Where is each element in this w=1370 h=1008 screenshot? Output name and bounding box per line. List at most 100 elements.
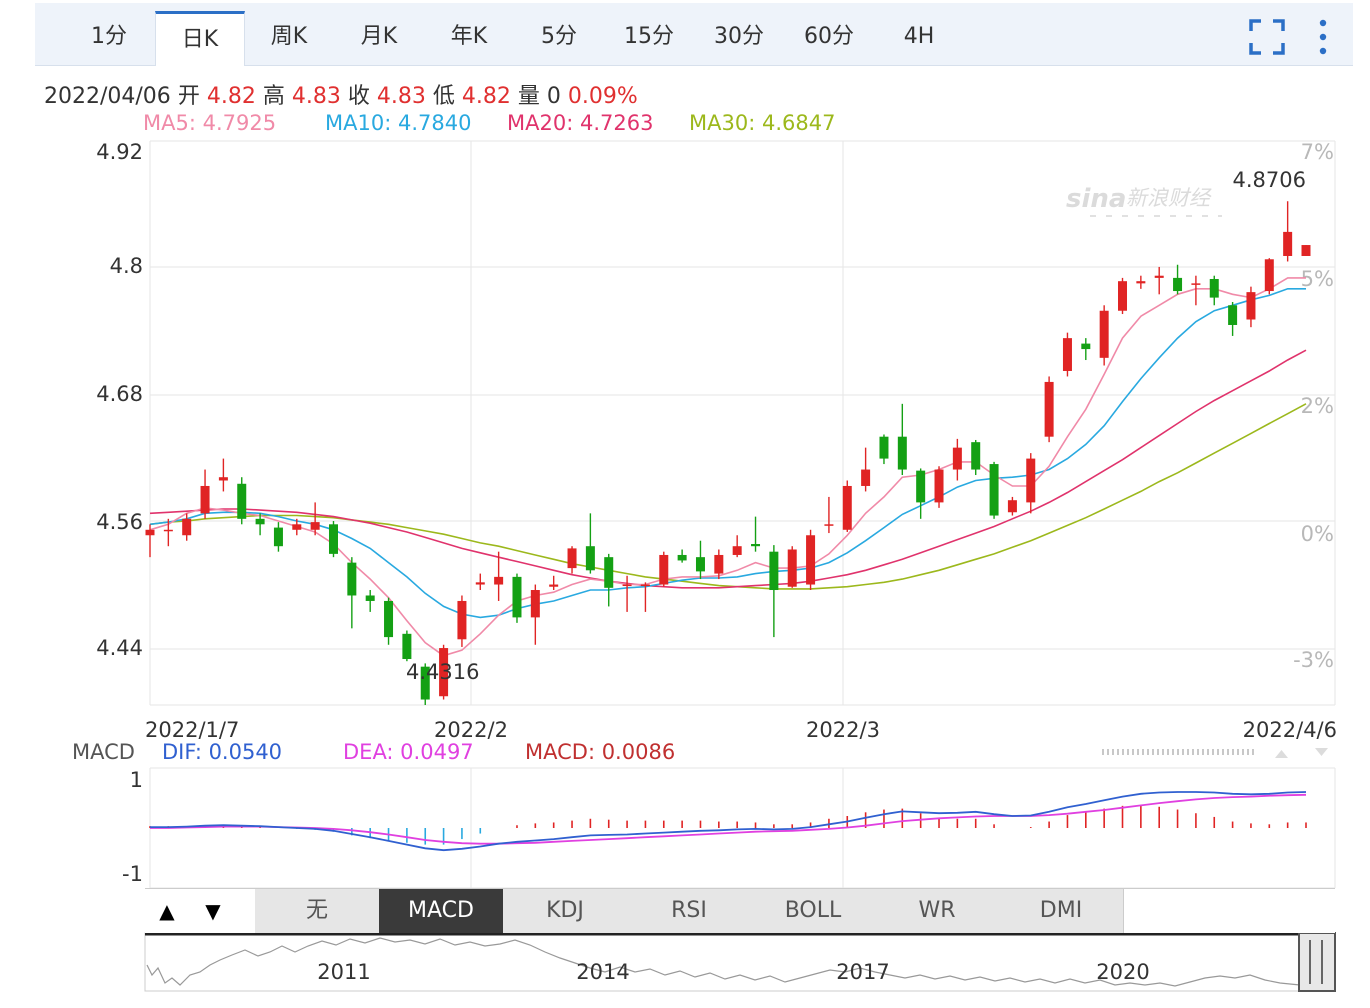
indicator-wr-button[interactable]: WR: [875, 889, 1000, 933]
candle: [806, 529, 816, 591]
candle: [457, 595, 467, 647]
candle: [420, 663, 430, 705]
macd-y-tick: -1: [122, 862, 143, 886]
candle: [714, 549, 724, 580]
candle: [384, 597, 394, 645]
candle: [218, 458, 228, 492]
tab-weekly-k[interactable]: 周K: [245, 11, 333, 65]
candle: [439, 644, 449, 700]
close-value: 4.83: [376, 84, 426, 109]
candle: [1154, 266, 1164, 295]
quote-date: 2022/04/06: [44, 84, 171, 109]
candle: [695, 540, 705, 580]
tab-daily-k[interactable]: 日K: [155, 11, 245, 66]
fullscreen-icon[interactable]: [1247, 17, 1287, 57]
high-label: 高: [262, 84, 285, 109]
candle: [1081, 338, 1091, 361]
candle: [549, 575, 559, 591]
candle: [1264, 258, 1274, 295]
overview-year-label: 2011: [317, 960, 370, 984]
ma30-line: [149, 403, 1307, 590]
overview-price-line: [146, 937, 1301, 987]
overview-navigator[interactable]: [144, 932, 1336, 992]
macd-dif-legend: DIF: 0.0540: [162, 740, 282, 764]
overview-year-label: 2017: [836, 960, 889, 984]
overview-year-label: 2020: [1096, 960, 1149, 984]
candle: [916, 468, 926, 519]
macd-dea-legend: DEA: 0.0497: [343, 740, 474, 764]
tab-15min[interactable]: 15分: [605, 11, 693, 65]
tab-1min[interactable]: 1分: [65, 11, 153, 65]
candle: [1099, 305, 1109, 366]
y-tick-label: 4.44: [96, 636, 143, 660]
pct-tick-label: 7%: [1301, 140, 1334, 164]
overview-year-label: 2014: [576, 960, 629, 984]
indicator-kdj-button[interactable]: KDJ: [503, 889, 628, 933]
macd-scroll-down-icon[interactable]: [1315, 748, 1328, 756]
candle: [677, 549, 687, 563]
ma20-line: [149, 349, 1307, 589]
candle: [879, 434, 889, 465]
candle: [200, 469, 210, 519]
candle: [237, 477, 247, 525]
candle: [292, 518, 302, 536]
candlestick-chart[interactable]: 4.92 4.8 4.68 4.56 4.44 7% 5% 2% 0% -3% …: [0, 0, 1370, 1008]
tab-60min[interactable]: 60分: [785, 11, 873, 65]
candle: [769, 545, 779, 638]
tab-5min[interactable]: 5分: [515, 11, 603, 65]
candle: [971, 439, 981, 476]
more-options-icon[interactable]: [1305, 17, 1335, 57]
tab-4h[interactable]: 4H: [875, 11, 963, 65]
candle: [842, 480, 852, 532]
candle: [347, 557, 357, 629]
candle: [824, 496, 834, 534]
candle: [567, 546, 577, 574]
candle: [1136, 275, 1146, 289]
move-down-button[interactable]: ▼: [191, 889, 235, 933]
tab-yearly-k[interactable]: 年K: [425, 11, 513, 65]
close-label: 收: [347, 84, 370, 109]
high-value: 4.83: [291, 84, 341, 109]
indicator-none-button[interactable]: 无: [255, 889, 380, 933]
candle: [604, 553, 614, 607]
tab-30min[interactable]: 30分: [695, 11, 783, 65]
candle: [1246, 286, 1256, 328]
volume-value: 0: [546, 84, 561, 109]
candle: [182, 513, 192, 541]
x-tick-label: 2022/1/7: [145, 718, 239, 742]
period-tab-bar: 1分 日K 周K 月K 年K 5分 15分 30分 60分 4H: [35, 3, 1353, 66]
candle: [1228, 301, 1238, 336]
candle: [952, 438, 962, 481]
candle: [640, 582, 650, 612]
candle: [255, 513, 265, 536]
candle: [1209, 275, 1219, 306]
candle: [585, 513, 595, 574]
dif-line: [150, 791, 1307, 852]
indicator-dmi-button[interactable]: DMI: [999, 889, 1124, 933]
high-annotation: 4.8706: [1233, 168, 1306, 192]
candle: [1191, 275, 1201, 306]
tab-monthly-k[interactable]: 月K: [335, 11, 423, 65]
overview-range-handle[interactable]: [1298, 932, 1336, 992]
candle: [659, 551, 669, 587]
indicator-macd-button[interactable]: MACD: [379, 889, 504, 933]
y-tick-label: 4.56: [96, 510, 143, 534]
candle: [1301, 245, 1311, 256]
pct-tick-label: -3%: [1293, 648, 1334, 672]
volume-label: 量: [517, 84, 540, 109]
candle: [328, 521, 338, 558]
macd-scroll-up-icon[interactable]: [1275, 750, 1288, 758]
svg-text:sina: sina: [1066, 184, 1126, 214]
candle: [989, 461, 999, 519]
move-up-button[interactable]: ▲: [145, 889, 189, 933]
ma20-legend: MA20: 4.7263: [507, 111, 654, 135]
candle: [934, 466, 944, 508]
change-percent: 0.09%: [567, 84, 638, 109]
candle: [861, 447, 871, 492]
candle: [1007, 496, 1017, 516]
indicator-rsi-button[interactable]: RSI: [627, 889, 752, 933]
macd-y-tick: 1: [130, 768, 143, 792]
indicator-boll-button[interactable]: BOLL: [751, 889, 876, 933]
pct-tick-label: 0%: [1301, 522, 1334, 546]
y-tick-label: 4.8: [110, 254, 143, 278]
